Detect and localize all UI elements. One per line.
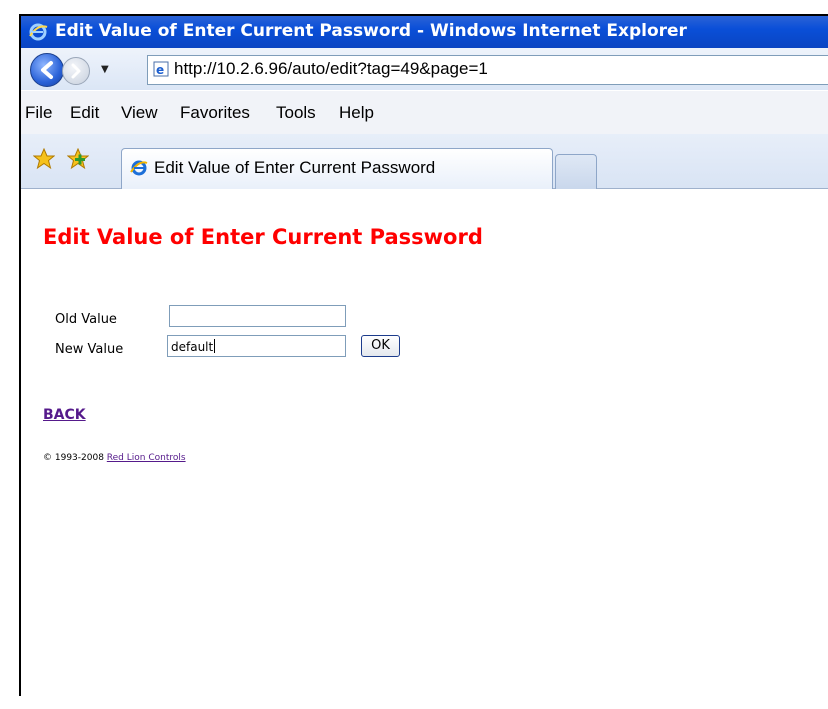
ie-tab-icon	[130, 160, 148, 176]
old-value-label: Old Value	[55, 312, 117, 327]
tab-bar: Edit Value of Enter Current Password	[21, 134, 828, 189]
favorites-star-icon[interactable]	[33, 148, 55, 170]
company-link[interactable]: Red Lion Controls	[107, 453, 186, 463]
ie-page-icon: e	[153, 61, 169, 77]
page-content: Edit Value of Enter Current Password Old…	[21, 189, 828, 696]
svg-text:e: e	[156, 63, 164, 77]
forward-arrow-icon	[71, 63, 81, 79]
title-bar: Edit Value of Enter Current Password - W…	[21, 16, 828, 48]
address-field[interactable]: e http://10.2.6.96/auto/edit?tag=49&page…	[147, 55, 828, 85]
copyright-footer: © 1993-2008 Red Lion Controls	[43, 453, 186, 463]
window-title: Edit Value of Enter Current Password - W…	[55, 21, 687, 41]
menu-help[interactable]: Help	[339, 103, 374, 123]
browser-window: Edit Value of Enter Current Password - W…	[19, 14, 828, 696]
menu-bar: File Edit View Favorites Tools Help	[21, 90, 828, 136]
new-value-label: New Value	[55, 342, 124, 357]
ie-logo-icon	[29, 23, 48, 41]
old-value-input[interactable]	[169, 305, 346, 327]
new-tab-button[interactable]	[555, 154, 597, 189]
forward-button[interactable]	[62, 57, 90, 85]
add-favorite-icon[interactable]	[67, 148, 89, 170]
back-link[interactable]: BACK	[43, 407, 86, 423]
page-heading: Edit Value of Enter Current Password	[43, 225, 483, 249]
menu-favorites[interactable]: Favorites	[180, 103, 250, 123]
copyright-text: © 1993-2008	[43, 453, 104, 463]
address-toolbar: ▼ e http://10.2.6.96/auto/edit?tag=49&pa…	[21, 48, 828, 90]
tab-title: Edit Value of Enter Current Password	[154, 158, 436, 177]
url-text: http://10.2.6.96/auto/edit?tag=49&page=1	[174, 59, 488, 78]
menu-edit[interactable]: Edit	[70, 103, 99, 123]
back-arrow-icon	[41, 61, 53, 79]
new-value-input[interactable]: default	[167, 335, 346, 357]
new-value-text: default	[171, 340, 214, 354]
tab-active[interactable]: Edit Value of Enter Current Password	[121, 148, 553, 189]
menu-view[interactable]: View	[121, 103, 158, 123]
text-caret	[214, 339, 216, 353]
menu-file[interactable]: File	[25, 103, 52, 123]
menu-tools[interactable]: Tools	[276, 103, 316, 123]
back-button[interactable]	[30, 53, 64, 87]
history-dropdown-icon[interactable]: ▼	[101, 64, 109, 75]
ok-button[interactable]: OK	[361, 335, 400, 357]
